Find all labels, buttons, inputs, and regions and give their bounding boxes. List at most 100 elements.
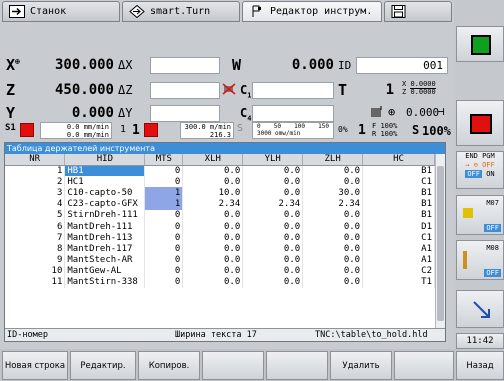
cell-mts[interactable]: 0 [144, 254, 184, 266]
cell-ylh[interactable]: 0.0 [242, 254, 304, 266]
cell-zlh[interactable]: 0.0 [302, 243, 364, 255]
cell-zlh[interactable]: 0.0 [302, 209, 364, 221]
col-mts[interactable]: MTS [144, 154, 184, 166]
cell-mts[interactable]: 0 [144, 276, 184, 289]
cell-hid[interactable]: MantDreh-117 [64, 243, 146, 255]
end-pgm-key[interactable]: END PGM → ⊖ OFF OFF ON [456, 151, 504, 189]
cell-xlh[interactable]: 10.0 [182, 187, 244, 199]
col-xlh[interactable]: XLH [182, 154, 244, 166]
tab-machine[interactable]: Станок [2, 1, 120, 22]
cell-xlh[interactable]: 0.0 [182, 209, 244, 221]
cell-nr[interactable]: 3 [5, 187, 66, 199]
cell-xlh[interactable]: 0.0 [182, 165, 244, 177]
tab-save[interactable] [384, 1, 452, 22]
cell-mts[interactable]: 0 [144, 220, 184, 233]
cell-hc[interactable]: B1 [362, 209, 435, 221]
cell-hc[interactable]: B1 [362, 187, 435, 199]
cell-nr[interactable]: 5 [5, 209, 66, 221]
m07-key[interactable]: M07 OFF [456, 195, 504, 235]
cell-ylh[interactable]: 0.0 [242, 276, 304, 289]
cell-nr[interactable]: 4 [5, 198, 66, 210]
scroll-thumb[interactable] [437, 166, 444, 321]
cell-xlh[interactable]: 0.0 [182, 176, 244, 188]
cell-zlh[interactable]: 2.34 [302, 198, 364, 210]
cell-mts[interactable]: 0 [144, 176, 184, 188]
table-row[interactable]: 11 MantStirn-338 0 0.0 0.0 0.0 T1 [5, 276, 435, 289]
tab-smart-turn[interactable]: smart.Turn [122, 1, 240, 22]
table-row[interactable]: 4 C23-capto-GFX 1 2.34 2.34 2.34 B1 [5, 198, 435, 210]
softkey-edit[interactable]: Редактир. [70, 351, 136, 380]
cell-mts[interactable]: 0 [144, 209, 184, 221]
cell-nr[interactable]: 9 [5, 254, 66, 266]
softkey-delete[interactable]: Удалить [330, 351, 392, 380]
cell-hc[interactable]: T1 [362, 276, 435, 289]
cell-nr[interactable]: 1 [5, 165, 66, 177]
cell-xlh[interactable]: 0.0 [182, 265, 244, 277]
cell-hid[interactable]: HB1 [64, 165, 146, 177]
cell-ylh[interactable]: 0.0 [242, 165, 304, 177]
table-row[interactable]: 7 MantDreh-113 0 0.0 0.0 0.0 C1 [5, 232, 435, 244]
cell-ylh[interactable]: 0.0 [242, 209, 304, 221]
table-scrollbar[interactable] [435, 154, 445, 329]
cell-nr[interactable]: 2 [5, 176, 66, 188]
col-ylh[interactable]: YLH [242, 154, 304, 166]
cell-hc[interactable]: D1 [362, 220, 435, 233]
table-row[interactable]: 8 MantDreh-117 0 0.0 0.0 0.0 A1 [5, 243, 435, 255]
table-row[interactable]: 5 StirnDreh-111 0 0.0 0.0 0.0 B1 [5, 209, 435, 221]
cell-ylh[interactable]: 0.0 [242, 265, 304, 277]
table-row[interactable]: 2 HC1 0 0.0 0.0 0.0 C1 [5, 176, 435, 188]
cell-zlh[interactable]: 0.0 [302, 265, 364, 277]
cell-ylh[interactable]: 0.0 [242, 187, 304, 199]
cell-mts[interactable]: 1 [144, 198, 184, 210]
cell-zlh[interactable]: 0.0 [302, 276, 364, 289]
col-hid[interactable]: HID [64, 154, 146, 166]
cell-ylh[interactable]: 0.0 [242, 220, 304, 233]
cell-mts[interactable]: 0 [144, 243, 184, 255]
table-row[interactable]: 6 MantDreh-111 0 0.0 0.0 0.0 D1 [5, 220, 435, 233]
cell-zlh[interactable]: 0.0 [302, 232, 364, 244]
table-row[interactable]: 1 HB1 0 0.0 0.0 0.0 B1 [5, 165, 435, 177]
table-row[interactable]: 3 C10-capto-50 1 10.0 0.0 30.0 B1 [5, 187, 435, 199]
cell-zlh[interactable]: 0.0 [302, 220, 364, 233]
cell-zlh[interactable]: 0.0 [302, 176, 364, 188]
cell-hid[interactable]: MantStirn-338 [64, 276, 146, 289]
softkey-copy[interactable]: Копиров. [138, 351, 200, 380]
softkey-back[interactable]: Назад [456, 351, 504, 380]
feed-direction-key[interactable] [456, 290, 504, 328]
col-hc[interactable]: HC [362, 154, 435, 166]
m08-key[interactable]: M08 OFF [456, 240, 504, 280]
cell-hid[interactable]: MantDreh-111 [64, 220, 146, 233]
cell-ylh[interactable]: 2.34 [242, 198, 304, 210]
cell-hc[interactable]: B1 [362, 165, 435, 177]
softkey-new-row[interactable]: Новая строка [2, 351, 68, 380]
machine-ok-key[interactable] [456, 26, 504, 62]
cell-hc[interactable]: A1 [362, 243, 435, 255]
cell-xlh[interactable]: 0.0 [182, 243, 244, 255]
cell-xlh[interactable]: 0.0 [182, 254, 244, 266]
cell-hc[interactable]: A1 [362, 254, 435, 266]
cell-mts[interactable]: 0 [144, 265, 184, 277]
cell-hid[interactable]: C23-capto-GFX [64, 198, 146, 210]
cell-hc[interactable]: C2 [362, 265, 435, 277]
softkey-empty-7[interactable] [394, 351, 454, 380]
cell-zlh[interactable]: 0.0 [302, 254, 364, 266]
cell-nr[interactable]: 6 [5, 220, 66, 233]
cell-hid[interactable]: StirnDreh-111 [64, 209, 146, 221]
table-row[interactable]: 10 MantGew-AL 0 0.0 0.0 0.0 C2 [5, 265, 435, 277]
cell-hid[interactable]: MantGew-AL [64, 265, 146, 277]
tab-tool-editor[interactable]: Редактор инструм. [242, 1, 382, 22]
softkey-empty-4[interactable] [202, 351, 264, 380]
table-row[interactable]: 9 MantStech-AR 0 0.0 0.0 0.0 A1 [5, 254, 435, 266]
cell-hid[interactable]: C10-capto-50 [64, 187, 146, 199]
cell-hid[interactable]: HC1 [64, 176, 146, 188]
softkey-empty-5[interactable] [266, 351, 328, 380]
cell-xlh[interactable]: 0.0 [182, 232, 244, 244]
cell-mts[interactable]: 0 [144, 232, 184, 244]
cell-ylh[interactable]: 0.0 [242, 176, 304, 188]
cell-nr[interactable]: 8 [5, 243, 66, 255]
cell-hc[interactable]: B1 [362, 198, 435, 210]
cell-xlh[interactable]: 2.34 [182, 198, 244, 210]
cell-ylh[interactable]: 0.0 [242, 243, 304, 255]
cell-nr[interactable]: 7 [5, 232, 66, 244]
cell-zlh[interactable]: 30.0 [302, 187, 364, 199]
